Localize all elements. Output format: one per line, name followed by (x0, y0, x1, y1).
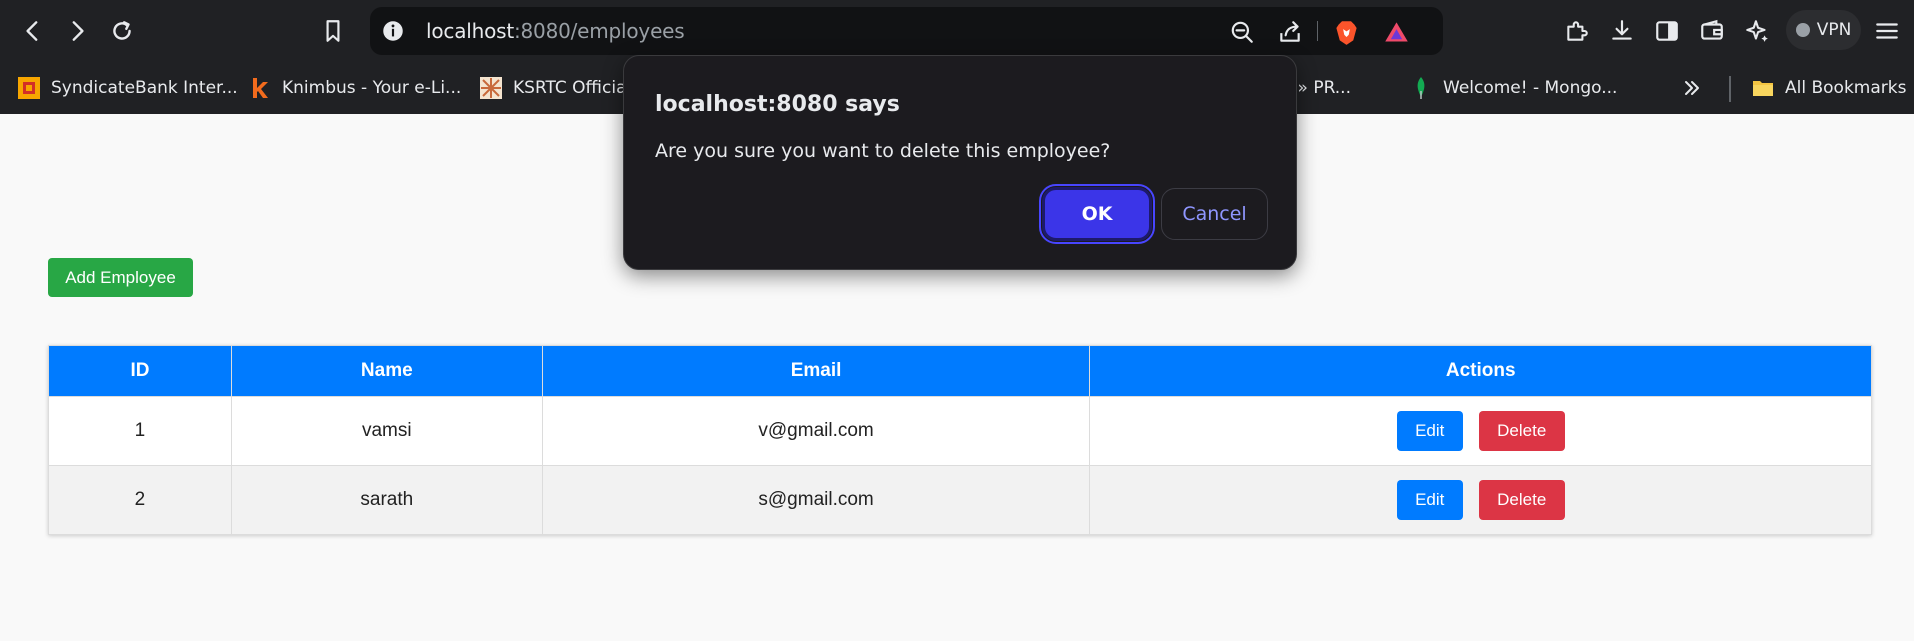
employees-table: ID Name Email Actions 1 vamsi v@gmail.co… (48, 345, 1872, 535)
syndicatebank-icon (18, 77, 40, 99)
back-button[interactable] (14, 12, 52, 50)
table-row: 2 sarath s@gmail.com Edit Delete (48, 465, 1872, 535)
header-email: Email (541, 345, 1091, 397)
menu-button[interactable] (1868, 12, 1906, 50)
hamburger-menu-icon (1876, 23, 1898, 39)
extensions-button[interactable] (1558, 12, 1596, 50)
table-header-row: ID Name Email Actions (48, 345, 1872, 397)
brave-shields-button[interactable] (1332, 18, 1360, 46)
download-icon (1612, 20, 1632, 40)
bookmark-label: KSRTC Official (513, 78, 632, 98)
bookmark-label: Knimbus - Your e-Li... (282, 78, 462, 98)
leo-ai-button[interactable] (1738, 12, 1776, 50)
cell-name: vamsi (230, 396, 543, 466)
all-bookmarks-button[interactable]: All Bookmarks (1751, 72, 1906, 104)
wallet-icon (1701, 19, 1723, 40)
cell-id: 1 (48, 396, 232, 466)
bookmark-item-syndicatebank[interactable]: SyndicateBank Inter... (17, 72, 238, 104)
cell-id: 2 (48, 465, 232, 535)
omnibox-separator (1317, 21, 1318, 41)
sparkle-icon (1746, 20, 1768, 42)
cell-actions: Edit Delete (1089, 396, 1872, 466)
cell-name: sarath (230, 465, 543, 535)
more-bookmarks-button[interactable] (1680, 72, 1704, 104)
dialog-title: localhost:8080 says (655, 92, 900, 117)
add-employee-button[interactable]: Add Employee (48, 258, 193, 297)
browser-toolbar: localhost:8080/employees VPN (0, 0, 1914, 62)
bookmark-item-mongodb[interactable]: Welcome! - Mongo... (1409, 72, 1617, 104)
cell-actions: Edit Delete (1089, 465, 1872, 535)
delete-button[interactable]: Delete (1478, 411, 1565, 451)
puzzle-icon (1567, 21, 1588, 41)
double-chevron-right-icon (1685, 81, 1699, 95)
vpn-button[interactable]: VPN (1786, 10, 1861, 50)
bookmark-button[interactable] (314, 12, 352, 50)
bookmarks-separator (1729, 76, 1731, 102)
zoom-out-icon (1231, 21, 1253, 43)
knimbus-icon (253, 78, 268, 98)
url-path: :8080/employees (513, 19, 685, 43)
arrow-right-icon (72, 21, 84, 41)
forward-button[interactable] (58, 12, 96, 50)
ok-button[interactable]: OK (1039, 184, 1155, 244)
url-text[interactable]: localhost:8080/employees (426, 19, 685, 43)
vpn-label: VPN (1816, 20, 1852, 40)
share-icon (1280, 21, 1300, 42)
delete-button[interactable]: Delete (1478, 480, 1565, 520)
wallet-button[interactable] (1693, 12, 1731, 50)
bookmark-item-knimbus[interactable]: Knimbus - Your e-Li... (248, 72, 461, 104)
cancel-button[interactable]: Cancel (1161, 188, 1268, 240)
sidebar-button[interactable] (1648, 12, 1686, 50)
bookmark-label: SyndicateBank Inter... (51, 78, 238, 98)
url-host: localhost (426, 19, 514, 43)
brave-lion-icon (1335, 20, 1357, 45)
zoom-out-button[interactable] (1228, 18, 1256, 46)
header-id: ID (48, 345, 232, 397)
reload-button[interactable] (103, 12, 141, 50)
brave-rewards-button[interactable] (1382, 18, 1410, 46)
share-button[interactable] (1276, 18, 1304, 46)
ksrtc-icon (480, 77, 502, 99)
sidebar-icon (1656, 21, 1678, 41)
bookmark-item-ksrtc[interactable]: KSRTC Official (479, 72, 631, 104)
edit-button[interactable]: Edit (1396, 411, 1463, 451)
header-name: Name (230, 345, 543, 397)
vpn-status-icon (1795, 23, 1810, 37)
edit-button[interactable]: Edit (1396, 480, 1463, 520)
bookmark-icon (326, 20, 340, 42)
mongodb-leaf-icon (1417, 77, 1425, 99)
folder-icon (1753, 81, 1773, 96)
info-icon[interactable] (380, 18, 406, 44)
bookmark-label: Welcome! - Mongo... (1443, 78, 1618, 98)
dialog-message: Are you sure you want to delete this emp… (655, 140, 1111, 162)
arrow-left-icon (26, 21, 38, 41)
reload-icon (113, 21, 131, 40)
cell-email: s@gmail.com (541, 465, 1091, 535)
header-actions: Actions (1089, 345, 1872, 397)
table-row: 1 vamsi v@gmail.com Edit Delete (48, 396, 1872, 466)
all-bookmarks-label: All Bookmarks (1785, 78, 1907, 98)
cell-email: v@gmail.com (541, 396, 1091, 466)
rewards-triangle-icon (1384, 21, 1408, 41)
downloads-button[interactable] (1603, 12, 1641, 50)
address-bar[interactable]: localhost:8080/employees (370, 7, 1443, 55)
confirm-dialog: localhost:8080 says Are you sure you wan… (623, 55, 1297, 270)
